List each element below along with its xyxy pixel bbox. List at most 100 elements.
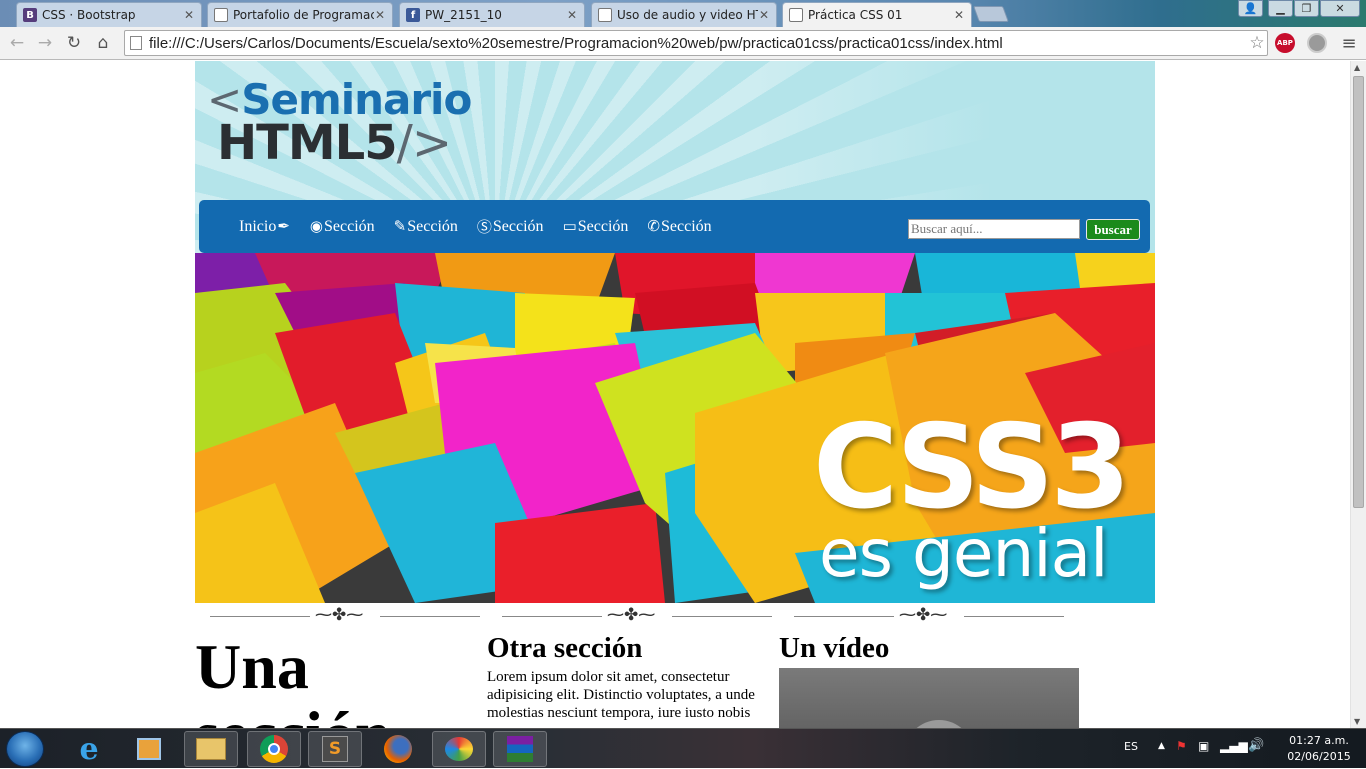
show-hidden-icons-icon[interactable]: ▲	[1158, 741, 1165, 751]
browser-titlebar: B CSS · Bootstrap ✕ Portafolio de Progra…	[0, 0, 1366, 27]
tab-title: Práctica CSS 01	[808, 8, 903, 22]
nav-label: Inicio	[239, 217, 277, 235]
section-heading: Otra sección	[487, 632, 643, 664]
nav-item-seccion-2[interactable]: ✎ Sección	[393, 217, 458, 236]
start-button[interactable]	[6, 731, 44, 767]
url-text[interactable]: file:///C:/Users/Carlos/Documents/Escuel…	[149, 35, 1247, 52]
browser-toolbar: ← → ↻ ⌂ file:///C:/Users/Carlos/Document…	[0, 27, 1366, 60]
close-icon[interactable]: ✕	[183, 8, 195, 22]
firefox-icon[interactable]	[371, 731, 425, 767]
tab-css-bootstrap[interactable]: B CSS · Bootstrap ✕	[16, 2, 202, 27]
page-scrollbar[interactable]: ▲ ▼	[1350, 61, 1366, 728]
ornament-divider: ⁓✤⁓	[794, 605, 1064, 627]
close-icon[interactable]: ✕	[953, 8, 965, 22]
tab-title: Portafolio de Programacio	[233, 8, 374, 22]
network-icon[interactable]: ▂▄▆	[1220, 739, 1248, 753]
section-heading-continued: sección	[195, 700, 465, 728]
windows-taskbar: e S ES ▲ ⚑ ▣ ▂▄▆ 🔊 01:27 a.m. 02/06/2015	[0, 728, 1366, 768]
section-otra-seccion: Otra sección Lorem ipsum dolor sit amet,…	[487, 632, 777, 722]
ornament-divider: ⁓✤⁓	[210, 605, 480, 627]
sublime-text-icon[interactable]: S	[308, 731, 362, 767]
internet-explorer-icon[interactable]: e	[62, 731, 116, 767]
system-tray: ES ▲ ⚑ ▣ ▂▄▆ 🔊 01:27 a.m. 02/06/2015	[1106, 729, 1366, 769]
hero-caption: CSS3 es genial	[813, 409, 1131, 593]
tab-title: CSS · Bootstrap	[42, 8, 136, 22]
tab-title: Uso de audio y video HTM	[617, 8, 758, 22]
paint-icon[interactable]	[432, 731, 486, 767]
section-text: Lorem ipsum dolor sit amet, consectetur …	[487, 668, 755, 721]
chrome-icon[interactable]	[247, 731, 301, 767]
close-icon[interactable]: ✕	[758, 8, 770, 22]
document-icon	[598, 8, 612, 22]
minimize-button[interactable]: ▁	[1268, 0, 1293, 17]
nav-label: Sección	[577, 217, 629, 235]
usb-icon[interactable]: ▣	[1198, 739, 1209, 753]
tab-portafolio[interactable]: Portafolio de Programacio ✕	[207, 2, 393, 27]
media-center-icon[interactable]	[122, 731, 176, 767]
clock-time[interactable]: 01:27 a.m.	[1274, 734, 1364, 747]
logo-line2: HTML5	[217, 115, 398, 171]
restore-button[interactable]: ❐	[1294, 0, 1319, 17]
quill-icon: ✒	[277, 219, 290, 235]
scroll-down-icon[interactable]: ▼	[1354, 717, 1360, 726]
search-button[interactable]: buscar	[1086, 219, 1140, 240]
flourish-icon: ⁓✤⁓	[899, 605, 948, 625]
page-icon	[130, 36, 142, 50]
flourish-icon: ⁓✤⁓	[607, 605, 656, 625]
hero-subtitle: es genial	[819, 515, 1108, 593]
hero-banner: CSS3 es genial	[195, 253, 1155, 603]
home-button[interactable]: ⌂	[92, 32, 114, 54]
video-player[interactable]	[779, 668, 1079, 728]
clock-date[interactable]: 02/06/2015	[1274, 750, 1364, 763]
search-input[interactable]	[908, 219, 1080, 239]
nav-label: Sección	[324, 217, 375, 235]
adblock-plus-icon[interactable]: ABP	[1275, 33, 1295, 53]
site-container: <Seminario HTML5/> Inicio ✒ ◉ Sección ✎ Sec…	[195, 61, 1155, 728]
winrar-icon[interactable]	[493, 731, 547, 767]
extension-icon[interactable]	[1307, 33, 1327, 53]
file-explorer-icon[interactable]	[184, 731, 238, 767]
video-thumbnail	[904, 720, 974, 728]
facebook-icon: f	[406, 8, 420, 22]
chrome-menu-icon[interactable]: ≡	[1338, 32, 1360, 54]
document-icon	[214, 8, 228, 22]
podcast-icon: ◉	[309, 219, 323, 235]
nav-label: Sección	[492, 217, 544, 235]
language-indicator[interactable]: ES	[1124, 740, 1138, 753]
close-icon[interactable]: ✕	[566, 8, 578, 22]
tab-pw-2151[interactable]: f PW_2151_10 ✕	[399, 2, 585, 27]
forward-button[interactable]: →	[34, 32, 56, 54]
main-nav: Inicio ✒ ◉ Sección ✎ Sección Ⓢ Sección ▭ Secc…	[199, 200, 1150, 253]
tab-practica-css[interactable]: Práctica CSS 01 ✕	[782, 2, 972, 27]
section-heading: Una	[195, 631, 309, 702]
nav-item-seccion-4[interactable]: ▭ Sección	[562, 217, 629, 236]
scrollbar-thumb[interactable]	[1353, 76, 1364, 508]
bookmark-star-icon[interactable]: ☆	[1247, 33, 1267, 53]
document-icon	[789, 8, 803, 22]
scroll-up-icon[interactable]: ▲	[1354, 63, 1360, 72]
close-window-button[interactable]: ✕	[1320, 0, 1360, 17]
address-bar[interactable]: file:///C:/Users/Carlos/Documents/Escuel…	[124, 30, 1268, 56]
site-logo[interactable]: <Seminario HTML5/>	[207, 79, 472, 168]
new-tab-button[interactable]	[973, 6, 1009, 22]
nav-item-seccion-1[interactable]: ◉ Sección	[309, 217, 375, 236]
nav-label: Sección	[407, 217, 458, 235]
logo-bracket-close: />	[396, 115, 452, 171]
flourish-icon: ⁓✤⁓	[315, 605, 364, 625]
tab-uso-audio-video[interactable]: Uso de audio y video HTM ✕	[591, 2, 777, 27]
user-icon[interactable]: 👤	[1238, 0, 1263, 17]
back-button[interactable]: ←	[6, 32, 28, 54]
volume-icon[interactable]: 🔊	[1248, 738, 1264, 753]
nav-item-seccion-5[interactable]: ✆ Sección	[646, 217, 711, 236]
reload-button[interactable]: ↻	[63, 32, 85, 54]
nav-label: Sección	[660, 217, 712, 235]
section-un-video: Un vídeo	[779, 632, 1079, 665]
close-icon[interactable]: ✕	[374, 8, 386, 22]
nav-item-seccion-3[interactable]: Ⓢ Sección	[476, 216, 544, 237]
ticket-icon: ✎	[393, 219, 407, 235]
action-center-icon[interactable]: ⚑	[1176, 739, 1187, 753]
nav-item-inicio[interactable]: Inicio ✒	[239, 217, 291, 236]
phone-icon: ✆	[647, 219, 660, 235]
page-viewport: <Seminario HTML5/> Inicio ✒ ◉ Sección ✎ Sec…	[0, 61, 1350, 728]
credit-card-icon: ▭	[562, 219, 577, 235]
